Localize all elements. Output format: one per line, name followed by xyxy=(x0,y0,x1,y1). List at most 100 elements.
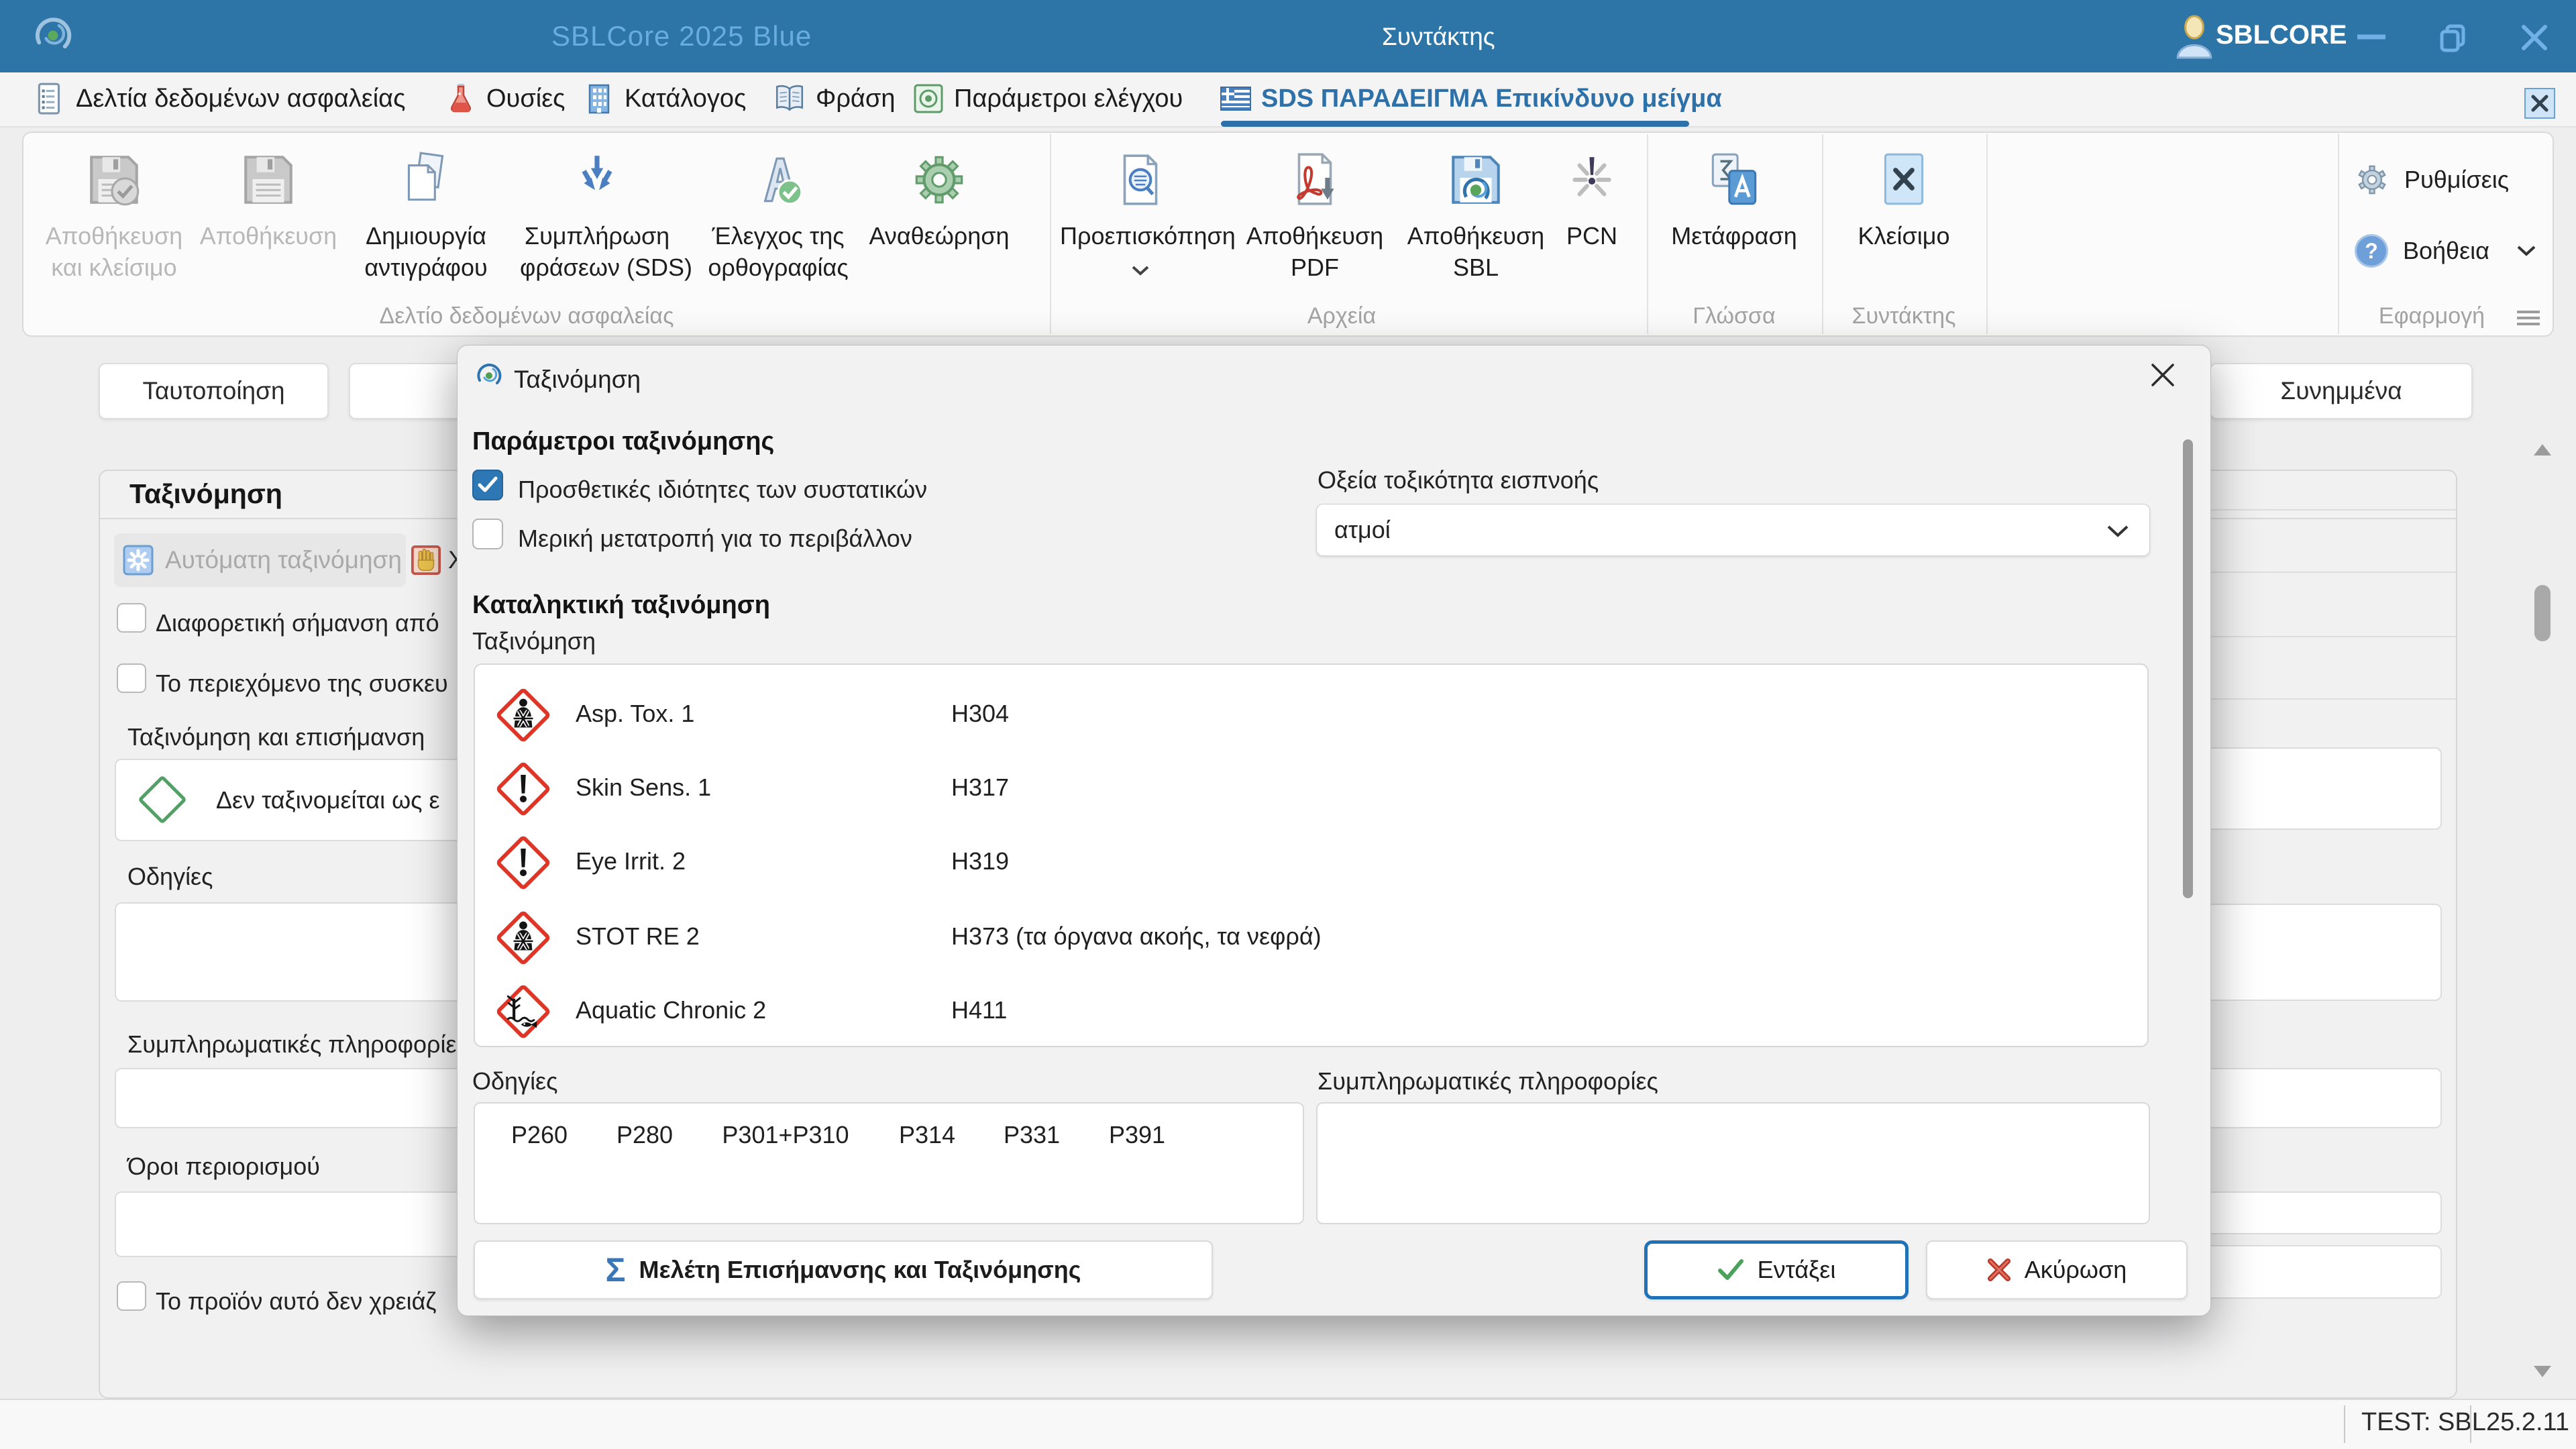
button-label: ορθογραφίας xyxy=(701,252,855,283)
hazard-class: Aquatic Chronic 2 xyxy=(576,996,766,1024)
instructions-input[interactable] xyxy=(115,902,490,1002)
chevron-down-icon xyxy=(2106,525,2129,538)
button-label: Ακύρωση xyxy=(2025,1256,2127,1284)
restore-window-icon[interactable] xyxy=(2439,24,2467,52)
minimize-icon[interactable] xyxy=(2356,34,2387,40)
p-code[interactable]: P301+P310 xyxy=(722,1121,849,1149)
package-content-checkbox[interactable] xyxy=(117,663,146,693)
classification-row[interactable]: Eye Irrit. 2 H319 xyxy=(475,826,2147,900)
p-code[interactable]: P280 xyxy=(616,1121,673,1149)
hazard-class: STOT RE 2 xyxy=(576,922,700,951)
tab-catalog[interactable]: Κατάλογος xyxy=(583,72,746,125)
right-field-box[interactable] xyxy=(2194,1245,2442,1299)
product-no-need-checkbox[interactable] xyxy=(117,1281,146,1311)
control-parameters-icon xyxy=(912,83,945,115)
checkbox-label: Μερική μετατροπή για το περιβάλλον xyxy=(518,525,912,553)
tab-substances[interactable]: Ουσίες xyxy=(445,72,566,125)
tab-safety-data-sheets[interactable]: Δελτία δεδομένων ασφαλείας xyxy=(33,72,405,125)
tab-phrase[interactable]: Φράση xyxy=(773,72,896,125)
classification-row[interactable]: STOT RE 2 H373 (τα όργανα ακοής, τα νεφρ… xyxy=(475,901,2147,975)
tab-label: Ουσίες xyxy=(486,85,566,113)
p-code[interactable]: P391 xyxy=(1109,1121,1165,1149)
ok-button[interactable]: Εντάξει xyxy=(1644,1240,1909,1299)
panel-title: Ταξινόμηση xyxy=(129,478,282,510)
supplementary-info-input[interactable] xyxy=(1316,1102,2150,1224)
p-code[interactable]: P260 xyxy=(511,1121,568,1149)
p-codes-box: P260 P280 P301+P310 P314 P331 P391 xyxy=(474,1102,1304,1224)
right-field-box[interactable] xyxy=(2194,1191,2442,1234)
right-field-box[interactable] xyxy=(2194,1068,2442,1128)
p-code[interactable]: P331 xyxy=(1004,1121,1060,1149)
save-close-icon xyxy=(83,149,145,211)
right-field-box xyxy=(2194,747,2442,830)
classification-row[interactable]: Aquatic Chronic 2 H411 xyxy=(475,975,2147,1049)
create-copy-button[interactable]: Δημιουργίααντιγράφου xyxy=(349,145,503,283)
partial-env-checkbox[interactable] xyxy=(472,519,503,549)
row-separator xyxy=(2210,509,2456,511)
sbl-floppy-icon xyxy=(1445,149,1507,211)
flask-icon xyxy=(445,82,477,115)
ghs08-health-hazard-pictogram xyxy=(495,910,551,966)
classification-row[interactable]: Skin Sens. 1 H317 xyxy=(475,752,2147,826)
check-icon xyxy=(478,476,498,494)
classification-row[interactable]: Asp. Tox. 1 H304 xyxy=(475,678,2147,752)
cancel-button[interactable]: Ακύρωση xyxy=(1926,1240,2188,1299)
h-code: H304 xyxy=(951,700,1009,728)
app-title: SBLCore 2025 Blue xyxy=(551,20,812,52)
tab-label: Φράση xyxy=(816,85,896,113)
ribbon-group-label: Συντάκτης xyxy=(1820,303,1988,329)
save-pdf-button[interactable]: ΑποθήκευσηPDF xyxy=(1234,145,1395,283)
hazard-class: Asp. Tox. 1 xyxy=(576,700,694,728)
button-label: Συνημμένα xyxy=(2280,377,2402,405)
scrollbar-thumb[interactable] xyxy=(2534,585,2551,641)
checkbox-label: Προσθετικές ιδιότητες των συστατικών xyxy=(518,476,927,504)
dialog-scrollbar-thumb[interactable] xyxy=(2183,439,2193,898)
button-label: Δημιουργία xyxy=(349,220,503,252)
labeling-study-button[interactable]: Σ Μελέτη Επισήμανσης και Ταξινόμησης xyxy=(474,1240,1213,1299)
settings-button[interactable]: Ρυθμίσεις xyxy=(2355,162,2509,197)
params-section-header: Παράμετροι ταξινόμησης xyxy=(472,427,774,456)
attachments-section-button[interactable]: Συνημμένα xyxy=(2210,363,2473,419)
close-editor-button[interactable]: Κλείσιμο xyxy=(1820,145,1988,252)
pcn-button[interactable]: PCN xyxy=(1542,145,1642,252)
dialog-close-icon[interactable] xyxy=(2148,360,2178,390)
close-tab-button[interactable] xyxy=(2524,88,2555,119)
close-window-icon[interactable] xyxy=(2520,23,2549,52)
not-classified-label: Δεν ταξινομείται ως ε xyxy=(216,786,440,814)
app-logo-icon xyxy=(28,11,78,60)
auto-classification-toggle: Αυτόματη ταξινόμηση xyxy=(114,533,406,587)
preview-button[interactable]: Προεπισκόπηση xyxy=(1060,145,1221,283)
user-account-label[interactable]: SBLCORE xyxy=(2216,20,2347,50)
tab-label: SDS ΠΑΡΑΔΕΙΓΜΑ Επικίνδυνο μείγμα xyxy=(1261,85,1722,113)
acute-toxicity-dropdown[interactable]: ατμοί xyxy=(1316,504,2150,556)
spellcheck-button[interactable]: Έλεγχος τηςορθογραφίας xyxy=(701,145,855,283)
help-button[interactable]: ? Βοήθεια xyxy=(2355,233,2536,268)
h-code: H373 (τα όργανα ακοής, τα νεφρά) xyxy=(951,922,1322,951)
review-button[interactable]: Αναθεώρηση xyxy=(862,145,1016,252)
h-code: H317 xyxy=(951,773,1009,802)
group-options-icon[interactable] xyxy=(2517,307,2540,329)
translate-button[interactable]: Μετάφραση xyxy=(1650,145,1818,252)
tab-active-sds-document[interactable]: SDS ΠΑΡΑΔΕΙΓΜΑ Επικίνδυνο μείγμα xyxy=(1220,72,1722,125)
fill-phrases-button[interactable]: Συμπλήρωσηφράσεων (SDS) xyxy=(520,145,674,283)
ghs07-exclamation-pictogram xyxy=(495,835,551,891)
active-tab-underline xyxy=(1221,121,1689,127)
different-labeling-checkbox[interactable] xyxy=(117,603,146,633)
tab-control-parameters[interactable]: Παράμετροι ελέγχου xyxy=(912,72,1183,125)
scroll-up-arrow[interactable] xyxy=(2534,444,2551,455)
additive-properties-checkbox[interactable] xyxy=(472,470,503,500)
button-label: Προεπισκόπηση xyxy=(1060,220,1221,252)
ribbon-group-label: Δελτίο δεδομένων ασφαλείας xyxy=(359,303,694,329)
ghs08-health-hazard-pictogram xyxy=(495,687,551,743)
p-code[interactable]: P314 xyxy=(899,1121,955,1149)
save-sbl-button[interactable]: ΑποθήκευσηSBL xyxy=(1395,145,1556,283)
restriction-input[interactable] xyxy=(115,1191,490,1257)
button-label: PCN xyxy=(1542,220,1642,252)
acute-toxicity-label: Οξεία τοξικότητα εισπνοής xyxy=(1318,466,1599,494)
scroll-down-arrow[interactable] xyxy=(2534,1366,2551,1377)
hazard-class: Eye Irrit. 2 xyxy=(576,847,686,875)
identification-section-button[interactable]: Ταυτοποίηση xyxy=(99,363,329,419)
right-field-box[interactable] xyxy=(2194,904,2442,1001)
supplementary-input[interactable] xyxy=(115,1068,490,1128)
button-label: Αποθήκευση xyxy=(1395,220,1556,252)
